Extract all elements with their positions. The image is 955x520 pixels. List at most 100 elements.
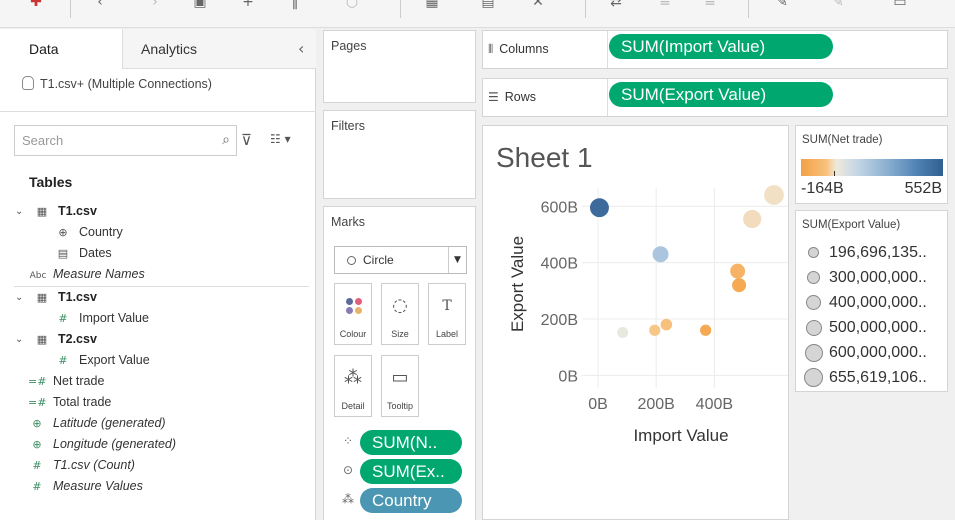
size-legend-item[interactable]: 300,000,000..	[804, 267, 946, 289]
annotate-icon[interactable]: ✎	[828, 0, 848, 12]
duplicate-icon[interactable]: ▤	[478, 0, 498, 12]
mark-type-value: Circle	[363, 253, 394, 267]
colour-mark-button[interactable]: Colour	[334, 283, 372, 345]
connection-label: T1.csv+ (Multiple Connections)	[40, 77, 212, 91]
mark-button-label: Colour	[339, 329, 367, 339]
data-point[interactable]	[649, 324, 661, 336]
sort-asc-icon[interactable]: ≡	[655, 0, 675, 12]
rows-pill[interactable]: SUM(Export Value)	[609, 82, 833, 107]
pages-card[interactable]: Pages	[323, 30, 476, 103]
chevron-down-icon[interactable]: ⌄	[15, 329, 23, 350]
size-icon: ◌	[392, 295, 408, 316]
chevron-down-icon[interactable]: ⌄	[15, 287, 23, 308]
data-point[interactable]	[764, 185, 784, 205]
field-item[interactable]: # Export Value	[54, 350, 150, 371]
data-point[interactable]	[652, 246, 669, 263]
mark-pill[interactable]: SUM(Ex..	[360, 459, 462, 484]
field-item[interactable]: =# Net trade	[28, 371, 104, 392]
size-legend-item[interactable]: 600,000,000..	[804, 342, 946, 364]
size-legend[interactable]: SUM(Export Value) 196,696,135.. 300,000,0…	[795, 210, 948, 392]
scatter-chart[interactable]: 0B 200B 400B 600B 0B 200B 400B Import Value Expo…	[483, 126, 789, 520]
worksheet-view[interactable]: Sheet 1 0B 200B 400B 600B 0B 200B 400B Import V…	[482, 125, 789, 520]
data-point[interactable]	[700, 324, 712, 336]
circle-mark-icon	[347, 256, 356, 265]
tooltip-mark-button[interactable]: ▭ Tooltip	[381, 355, 419, 417]
size-legend-item[interactable]: 196,696,135..	[804, 242, 946, 264]
table-icon: ▦	[36, 333, 48, 346]
hash-icon: #	[32, 459, 42, 472]
x-axis-label: Import Value	[633, 426, 728, 445]
field-item[interactable]: ⊕ Country	[54, 222, 123, 243]
colour-legend[interactable]: SUM(Net trade) -164B 552B	[795, 125, 948, 204]
search-icon[interactable]: ⌕	[222, 132, 230, 148]
data-point[interactable]	[660, 318, 673, 331]
detail-mark-button[interactable]: ⁂ Detail	[334, 355, 372, 417]
field-label: Export Value	[79, 353, 150, 367]
clear-icon[interactable]: ✕	[528, 0, 548, 12]
field-label: T1.csv (Count)	[53, 458, 135, 472]
pause-icon[interactable]: ‖	[285, 0, 305, 12]
size-legend-label: 600,000,000..	[829, 344, 927, 361]
new-datasource-icon[interactable]: ✚	[26, 0, 46, 12]
size-legend-item[interactable]: 655,619,106..	[804, 367, 946, 389]
swap-icon[interactable]: ⇄	[606, 0, 626, 12]
mark-pill[interactable]: SUM(N..	[360, 430, 462, 455]
refresh-icon[interactable]: ○	[342, 0, 362, 12]
table-row[interactable]: ⌄ ▦ T2.csv	[15, 329, 97, 350]
tab-analytics[interactable]: Analytics	[123, 29, 316, 69]
view-options-icon[interactable]: ☷ ▾	[270, 132, 291, 146]
mark-button-label: Tooltip	[386, 401, 413, 411]
colour-dot	[355, 307, 362, 314]
field-item[interactable]: ▤ Dates	[54, 243, 112, 264]
columns-pill[interactable]: SUM(Import Value)	[609, 34, 833, 59]
data-point[interactable]	[730, 263, 746, 279]
data-point[interactable]	[617, 326, 629, 339]
mark-pill[interactable]: Country	[360, 488, 462, 513]
table-row[interactable]: ⌄ ▦ T1.csv	[15, 287, 97, 308]
forward-icon[interactable]: ›	[145, 0, 165, 12]
columns-label: Columns	[499, 42, 549, 56]
search-field[interactable]: ⌕	[14, 125, 237, 156]
chevron-down-icon[interactable]: ▼	[448, 247, 466, 273]
colour-dot	[355, 298, 362, 305]
colour-legend-title: SUM(Net trade)	[802, 134, 883, 146]
data-point[interactable]	[732, 278, 747, 293]
data-point[interactable]	[589, 198, 609, 218]
data-connection[interactable]: T1.csv+ (Multiple Connections)	[22, 76, 212, 91]
back-icon[interactable]: ‹	[90, 0, 110, 12]
add-sheet-icon[interactable]: +	[238, 0, 258, 12]
size-mark-button[interactable]: ◌ Size	[381, 283, 419, 345]
field-label: Dates	[79, 246, 112, 260]
collapse-pane-icon[interactable]: ‹	[298, 39, 304, 58]
size-legend-item[interactable]: 500,000,000..	[804, 317, 946, 339]
data-point[interactable]	[743, 209, 762, 229]
size-legend-item[interactable]: 400,000,000..	[804, 292, 946, 314]
field-item[interactable]: ⊕ Longitude (generated)	[28, 434, 176, 455]
size-legend-title: SUM(Export Value)	[802, 219, 901, 231]
field-label: Country	[79, 225, 123, 239]
new-worksheet-icon[interactable]: ▦	[422, 0, 442, 12]
tab-data[interactable]: Data	[0, 29, 123, 69]
mark-type-dropdown[interactable]: Circle ▼	[334, 246, 467, 274]
colour-legend-max: 552B	[904, 180, 942, 197]
highlight-icon[interactable]: ✎	[772, 0, 792, 12]
size-swatch	[804, 368, 823, 388]
filter-icon[interactable]: ⊽	[241, 132, 257, 148]
field-item[interactable]: # Import Value	[54, 308, 149, 329]
filters-card[interactable]: Filters	[323, 110, 476, 199]
field-item[interactable]: # Measure Values	[28, 476, 142, 497]
label-mark-button[interactable]: T Label	[428, 283, 466, 345]
chevron-down-icon[interactable]: ⌄	[15, 201, 23, 222]
search-input[interactable]	[15, 126, 205, 155]
field-item[interactable]: =# Total trade	[28, 392, 111, 413]
field-item[interactable]: Abc Measure Names	[28, 264, 145, 285]
table-row[interactable]: ⌄ ▦ T1.csv	[15, 201, 97, 222]
field-item[interactable]: ⊕ Latitude (generated)	[28, 413, 165, 434]
columns-shelf-label: ⦀ Columns	[483, 31, 608, 68]
field-item[interactable]: # T1.csv (Count)	[28, 455, 135, 476]
size-legend-label: 196,696,135..	[829, 244, 927, 261]
sort-desc-icon[interactable]: ≡	[700, 0, 720, 12]
save-icon[interactable]: ▣	[190, 0, 210, 12]
rows-shelf-label: ☰ Rows	[483, 79, 608, 116]
fit-icon[interactable]: ▭	[890, 0, 910, 12]
